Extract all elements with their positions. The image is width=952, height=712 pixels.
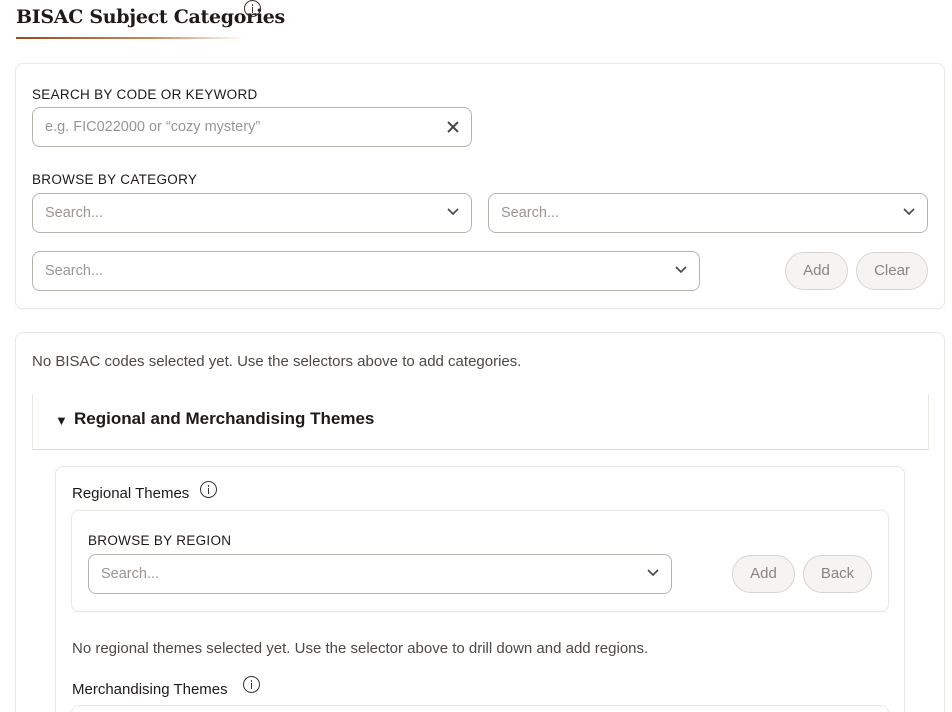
info-icon[interactable] xyxy=(244,0,261,17)
select-placeholder: Search... xyxy=(501,205,560,221)
select-placeholder: Search... xyxy=(45,205,104,221)
chevron-down-icon xyxy=(647,569,659,577)
chevron-down-icon xyxy=(447,208,459,216)
info-icon[interactable] xyxy=(200,481,217,498)
category-select-1[interactable]: Search... xyxy=(32,193,472,233)
expand-triangle-icon: ▼ xyxy=(55,413,68,428)
chevron-down-icon xyxy=(675,266,687,274)
region-select[interactable]: Search... xyxy=(88,554,672,594)
merchandising-themes-label: Merchandising Themes xyxy=(72,681,228,698)
no-codes-message: No BISAC codes selected yet. Use the sel… xyxy=(32,353,522,370)
chevron-down-icon xyxy=(903,208,915,216)
clear-search-icon[interactable] xyxy=(446,120,460,134)
select-placeholder: Search... xyxy=(45,263,104,279)
regional-themes-label: Regional Themes xyxy=(72,485,190,502)
add-region-button[interactable]: Add xyxy=(732,555,795,593)
merchandising-card xyxy=(71,705,889,712)
no-regions-message: No regional themes selected yet. Use the… xyxy=(72,640,649,657)
title-underline xyxy=(16,37,244,39)
clear-button[interactable]: Clear xyxy=(856,252,928,290)
category-select-2[interactable]: Search... xyxy=(488,193,928,233)
browse-region-label: BROWSE BY REGION xyxy=(88,533,232,548)
search-label: SEARCH BY CODE OR KEYWORD xyxy=(32,87,258,102)
browse-category-label: BROWSE BY CATEGORY xyxy=(32,172,198,187)
themes-section-toggle[interactable]: ▼ Regional and Merchandising Themes xyxy=(32,394,929,450)
add-button[interactable]: Add xyxy=(785,252,848,290)
back-button[interactable]: Back xyxy=(803,555,872,593)
search-input[interactable]: e.g. FIC022000 or “cozy mystery” xyxy=(32,107,472,147)
info-icon[interactable] xyxy=(243,676,260,693)
category-select-3[interactable]: Search... xyxy=(32,251,700,291)
select-placeholder: Search... xyxy=(101,566,160,582)
search-placeholder: e.g. FIC022000 or “cozy mystery” xyxy=(45,119,261,135)
themes-section-title: Regional and Merchandising Themes xyxy=(74,409,375,428)
